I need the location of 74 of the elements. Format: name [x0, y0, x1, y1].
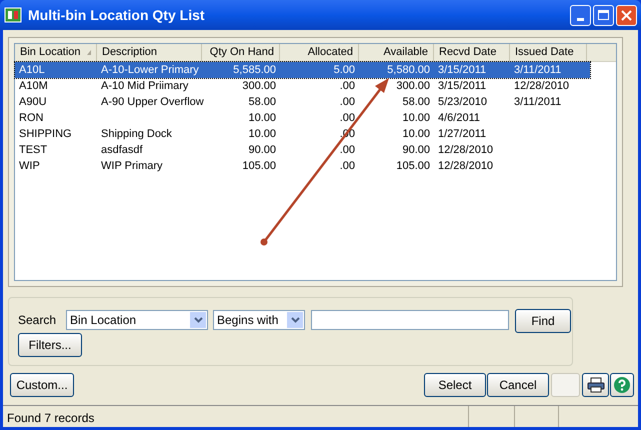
table-cell: .00 [340, 96, 355, 108]
table-cell: 3/15/2011 [438, 80, 486, 92]
table-cell: Shipping Dock [101, 128, 172, 140]
table-cell: WIP [19, 160, 40, 172]
status-text: Found 7 records [6, 410, 96, 427]
table-row[interactable]: RON 10.00 .00 10.00 4/6/2011 [15, 110, 590, 126]
search-label: Search [18, 312, 56, 329]
table-cell: 1/27/2011 [438, 128, 486, 140]
custom-button[interactable]: Custom... [10, 373, 74, 397]
search-column-dropdown[interactable]: Bin Location [66, 310, 208, 330]
table-cell: 58.00 [248, 96, 276, 108]
maximize-icon [598, 10, 609, 20]
table-cell: 10.00 [248, 128, 276, 140]
table-cell: 3/11/2011 [514, 96, 562, 108]
dropdown-value: Bin Location [69, 312, 138, 329]
table-cell: asdfasdf [101, 144, 143, 156]
table-cell: 12/28/2010 [438, 144, 494, 156]
table-cell: 12/28/2010 [514, 80, 570, 92]
dropdown-value: Begins with [216, 312, 280, 329]
table-cell: 12/28/2010 [438, 160, 494, 172]
table-row[interactable]: A10L A-10-Lower Primary 5,585.00 5.00 5,580.00 3/15/2011 3/11/2011 [15, 62, 590, 78]
table-cell: A10M [19, 80, 48, 92]
table-row[interactable]: WIP WIP Primary 105.00 .00 105.00 12/28/2010 [15, 158, 590, 174]
table-cell: 300.00 [396, 80, 430, 92]
search-operator-dropdown[interactable]: Begins with [213, 310, 305, 330]
table-cell: 58.00 [402, 96, 430, 108]
search-input-field[interactable] [311, 310, 509, 330]
table-cell: 5,585.00 [233, 64, 276, 76]
help-icon [613, 376, 631, 394]
sort-icon [86, 50, 91, 55]
table-row[interactable]: TEST asdfasdf 90.00 .00 90.00 12/28/2010 [15, 142, 590, 158]
table-cell: A10L [19, 64, 45, 76]
select-button[interactable]: Select [424, 373, 486, 397]
table-cell: 4/6/2011 [438, 112, 480, 124]
table-cell: 105.00 [396, 160, 430, 172]
table-cell: 10.00 [402, 128, 430, 140]
printer-icon [586, 377, 604, 393]
minimize-button[interactable] [570, 4, 591, 26]
table-cell: WIP Primary [101, 160, 163, 172]
cancel-button[interactable]: Cancel [487, 373, 549, 397]
table-cell: A-10 Mid Priimary [101, 80, 188, 92]
table-cell: .00 [340, 160, 355, 172]
table-cell: SHIPPING [19, 128, 72, 140]
close-icon [621, 10, 632, 20]
table-cell: A90U [19, 96, 47, 108]
close-button[interactable] [616, 4, 637, 26]
table-cell: 5,580.00 [387, 64, 430, 76]
table-cell: 300.00 [242, 80, 276, 92]
filters-button[interactable]: Filters... [18, 333, 82, 357]
help-button[interactable] [610, 373, 634, 397]
table-cell: 10.00 [402, 112, 430, 124]
table-cell: 5.00 [334, 64, 355, 76]
table-cell: .00 [340, 144, 355, 156]
table-cell: 90.00 [248, 144, 276, 156]
table-cell: .00 [340, 112, 355, 124]
table-cell: 5/23/2010 [438, 96, 487, 108]
print-button[interactable] [582, 373, 609, 397]
table-cell: 105.00 [242, 160, 276, 172]
maximize-button[interactable] [593, 4, 614, 26]
table-cell: 10.00 [248, 112, 276, 124]
table-cell: 90.00 [402, 144, 430, 156]
table-row[interactable]: A10M A-10 Mid Priimary 300.00 .00 300.00 3/15/2011 12/28/2010 [15, 78, 590, 94]
minimize-icon [577, 18, 584, 20]
table-cell: 3/15/2011 [438, 64, 486, 76]
table-cell: TEST [19, 144, 48, 156]
table-cell: A-10-Lower Primary [101, 64, 199, 76]
table-cell: RON [19, 112, 44, 124]
table-row[interactable]: A90U A-90 Upper Overflow 58.00 .00 58.00 5/23/2010 3/11/2011 [15, 94, 590, 110]
table-cell: 3/11/2011 [514, 64, 562, 76]
window-title: Multi-bin Location Qty List [28, 6, 205, 25]
find-button[interactable]: Find [515, 309, 571, 333]
table-cell: A-90 Upper Overflow [101, 96, 204, 108]
table-cell: .00 [340, 80, 355, 92]
app-icon [4, 6, 22, 24]
